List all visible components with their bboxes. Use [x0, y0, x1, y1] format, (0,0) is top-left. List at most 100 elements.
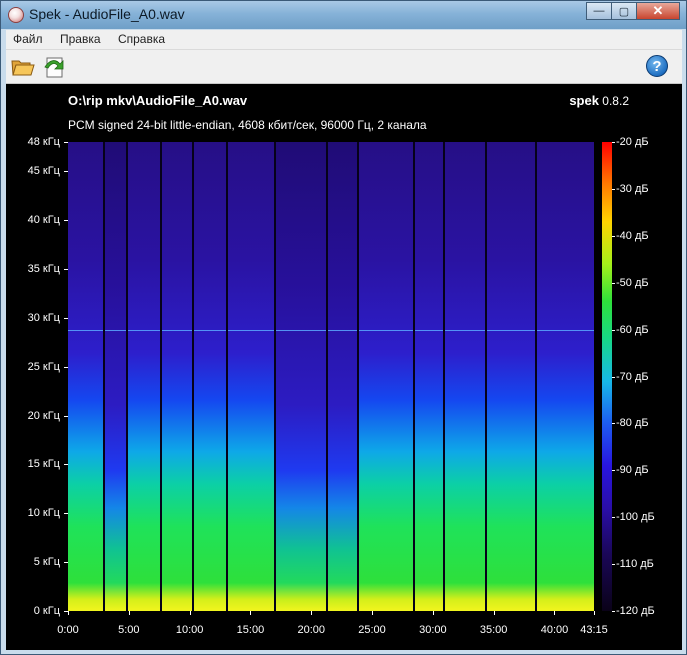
x-tick-label: 43:15	[580, 624, 608, 636]
track-gap	[326, 142, 329, 611]
track-gap	[356, 142, 359, 611]
x-tick-label: 5:00	[118, 624, 140, 636]
tone-line	[68, 329, 105, 331]
track-segment	[486, 142, 536, 611]
y-tick	[64, 513, 68, 515]
track-segment	[68, 142, 105, 611]
x-tick-label: 30:00	[419, 624, 447, 636]
y-tick	[64, 317, 68, 319]
track-gap	[485, 142, 488, 611]
track-segment	[160, 142, 194, 611]
tone-line	[443, 329, 487, 331]
menu-help[interactable]: Справка	[111, 30, 171, 46]
track-segment	[127, 142, 161, 611]
tone-line	[104, 329, 128, 331]
minimize-button[interactable]: —	[586, 2, 612, 20]
version-number: 0.8.2	[602, 94, 629, 108]
x-tick-label: 20:00	[297, 624, 325, 636]
save-image-icon	[44, 57, 64, 78]
menu-edit[interactable]: Правка	[53, 30, 107, 46]
app-icon	[8, 7, 24, 23]
track-gap	[412, 142, 415, 611]
y-tick-label: 0 кГц	[33, 605, 60, 617]
y-tick-label: 30 кГц	[27, 311, 60, 324]
colorbar-tick	[612, 235, 615, 237]
title-bar[interactable]: Spek - AudioFile_A0.wav — ▢ ✕	[1, 1, 686, 29]
track-segment	[413, 142, 444, 611]
help-icon: ?	[652, 58, 662, 75]
track-gap	[192, 142, 195, 611]
x-tick	[554, 611, 556, 615]
colorbar-tick	[612, 611, 615, 612]
track-segment	[357, 142, 414, 611]
y-tick-label: 40 кГц	[27, 214, 60, 227]
colorbar-tick	[612, 142, 615, 143]
folder-open-icon	[11, 60, 35, 76]
track-segment	[535, 142, 594, 611]
track-gap	[103, 142, 106, 611]
y-tick	[64, 562, 68, 564]
colorbar-tick	[612, 329, 615, 331]
y-tick	[64, 366, 68, 368]
colorbar-label: -100 дБ	[616, 511, 655, 524]
maximize-button[interactable]: ▢	[611, 2, 637, 20]
y-tick-label: 5 кГц	[33, 556, 60, 569]
app-window: Spek - AudioFile_A0.wav — ▢ ✕ Файл Правк…	[0, 0, 687, 655]
spectrogram-panel: O:\rip mkv\AudioFile_A0.wav PCM signed 2…	[6, 84, 682, 650]
y-tick	[64, 142, 68, 143]
x-tick	[311, 611, 313, 615]
tone-line	[193, 329, 227, 331]
colorbar-tick	[612, 517, 615, 519]
toolbar: ?	[6, 50, 682, 84]
app-name: spek	[569, 93, 599, 108]
help-button[interactable]: ?	[646, 55, 668, 77]
track-gap	[274, 142, 277, 611]
x-tick	[128, 611, 130, 615]
x-tick	[189, 611, 191, 615]
spectrogram-plot[interactable]	[68, 142, 594, 611]
colorbar-tick	[612, 470, 615, 472]
y-tick-label: 10 кГц	[27, 507, 60, 520]
colorbar-tick	[612, 376, 615, 378]
tone-line	[327, 329, 358, 331]
track-segment	[275, 142, 328, 611]
x-tick	[372, 611, 374, 615]
y-tick-label: 15 кГц	[27, 458, 60, 471]
colorbar-label: -50 дБ	[616, 276, 649, 289]
colorbar-label: -40 дБ	[616, 229, 649, 242]
window-title: Spek - AudioFile_A0.wav	[29, 6, 185, 22]
y-tick	[64, 464, 68, 466]
track-segment	[104, 142, 128, 611]
x-tick-label: 10:00	[175, 624, 204, 636]
track-segment	[226, 142, 276, 611]
x-tick-label: 25:00	[358, 624, 386, 636]
colorbar-label: -80 дБ	[616, 417, 649, 430]
y-tick	[64, 171, 68, 173]
x-tick	[594, 611, 595, 615]
tone-line	[357, 329, 414, 331]
tone-line	[127, 329, 161, 331]
track-segment	[193, 142, 227, 611]
file-info: PCM signed 24-bit little-endian, 4608 кб…	[68, 118, 427, 132]
menu-bar: Файл Правка Справка	[6, 30, 682, 50]
colorbar-tick	[612, 282, 615, 284]
close-button[interactable]: ✕	[636, 2, 680, 20]
y-tick	[64, 220, 68, 222]
x-tick	[250, 611, 252, 615]
file-path: O:\rip mkv\AudioFile_A0.wav	[68, 93, 248, 108]
track-gap	[534, 142, 537, 611]
x-tick-label: 35:00	[479, 624, 508, 636]
app-version: spek 0.8.2	[569, 93, 629, 108]
track-gap	[225, 142, 228, 611]
y-tick-label: 45 кГц	[27, 165, 60, 178]
tone-line	[160, 329, 194, 331]
track-gap	[442, 142, 445, 611]
y-tick	[64, 269, 68, 271]
tone-line	[275, 329, 328, 331]
colorbar-label: -110 дБ	[616, 558, 654, 571]
save-image-button[interactable]	[42, 54, 68, 80]
open-file-button[interactable]	[10, 54, 36, 80]
colorbar-tick	[612, 564, 615, 566]
menu-file[interactable]: Файл	[6, 30, 49, 46]
x-tick-label: 0:00	[57, 624, 79, 636]
